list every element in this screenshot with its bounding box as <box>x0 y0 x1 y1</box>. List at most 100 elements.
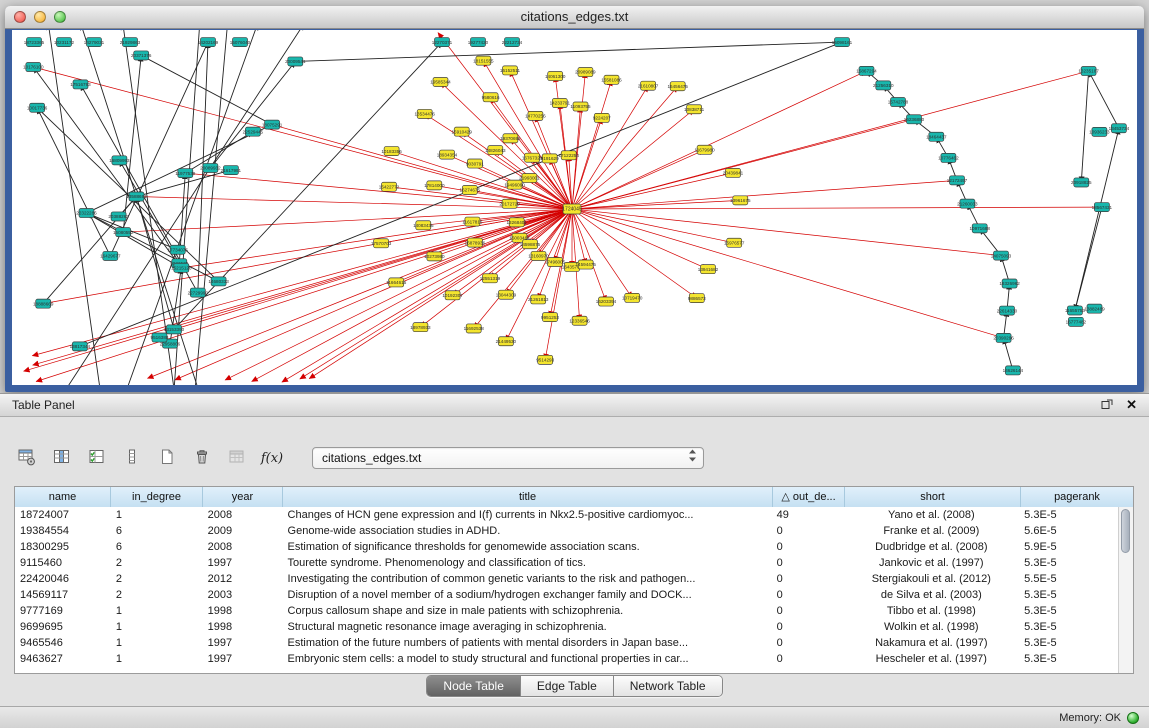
table-row[interactable]: 911546021997Tourette syndrome. Phenomeno… <box>15 555 1119 571</box>
graph-node[interactable]: 18934354 <box>437 150 458 159</box>
graph-node[interactable]: 11093755 <box>570 102 591 111</box>
graph-node[interactable]: 14061300 <box>545 72 566 81</box>
graph-node[interactable]: 13453734 <box>1109 124 1130 133</box>
graph-node[interactable]: 22614330 <box>997 306 1018 315</box>
graph-node[interactable]: 13153390 <box>164 325 185 334</box>
table-row[interactable]: 1938455462009Genome-wide association stu… <box>15 523 1119 539</box>
graph-node[interactable]: 10183356 <box>381 147 402 156</box>
graph-node[interactable]: 12270371 <box>432 38 453 47</box>
graph-node[interactable]: 15581086 <box>601 75 622 84</box>
graph-node[interactable]: 18151555 <box>473 56 494 65</box>
graph-node[interactable]: 9030791 <box>466 159 484 168</box>
graph-node[interactable]: 9951253 <box>541 313 559 322</box>
graph-node[interactable]: 20009541 <box>285 57 306 66</box>
graph-node[interactable]: 9191629 <box>541 154 559 163</box>
graph-node[interactable]: 15910429 <box>451 127 472 136</box>
graph-node[interactable]: 18888669 <box>33 299 54 308</box>
graph-node[interactable]: 18075291 <box>262 120 283 129</box>
graph-node[interactable]: 18464437 <box>926 132 947 141</box>
graph-node[interactable]: 14083436 <box>413 221 434 230</box>
graph-node[interactable]: 21610807 <box>638 81 659 90</box>
graph-node[interactable]: 15080552 <box>113 228 134 237</box>
graph-node[interactable]: 21449530 <box>496 337 517 346</box>
graph-node[interactable]: 14075093 <box>991 251 1012 260</box>
graph-node[interactable]: 12336546 <box>569 316 590 325</box>
graph-node[interactable]: 16777482 <box>1066 317 1087 326</box>
graph-node[interactable]: 22529445 <box>243 127 264 136</box>
graph-node[interactable]: 11692538 <box>464 324 485 333</box>
column-header-name[interactable]: name <box>15 487 111 507</box>
graph-node[interactable]: 17570703 <box>371 239 392 248</box>
graph-node[interactable]: 18723365 <box>24 38 45 47</box>
graph-node[interactable]: 10971688 <box>969 224 990 233</box>
graph-node[interactable]: 12172497 <box>947 176 968 185</box>
graph-node[interactable]: 17814000 <box>424 181 445 190</box>
graph-node[interactable]: 10231172 <box>54 38 75 47</box>
select-columns-button[interactable] <box>49 446 75 470</box>
graph-node[interactable]: 16236880 <box>904 115 925 124</box>
graph-node[interactable]: 11617815 <box>462 217 483 226</box>
table-selector-dropdown[interactable]: citations_edges.txt <box>312 447 704 469</box>
graph-node[interactable]: 9516388 <box>151 333 169 342</box>
table-row[interactable]: 946554611997Estimation of the future num… <box>15 635 1119 651</box>
graph-node[interactable]: 21929863 <box>120 38 141 47</box>
close-window-button[interactable] <box>14 11 26 23</box>
graph-node[interactable]: 13534476 <box>414 109 435 118</box>
graph-node[interactable]: 10776462 <box>938 153 959 162</box>
float-panel-button[interactable] <box>1101 398 1114 413</box>
graph-node[interactable]: 10936233 <box>1089 127 1110 136</box>
column-header-in_degree[interactable]: in_degree <box>111 487 203 507</box>
minimize-window-button[interactable] <box>34 11 46 23</box>
edit-table-button[interactable] <box>84 446 110 470</box>
graph-node[interactable]: 10719470 <box>622 293 643 302</box>
tab-network-table[interactable]: Network Table <box>614 676 722 696</box>
graph-node[interactable]: 21256310 <box>873 81 894 90</box>
graph-node[interactable]: 11664615 <box>386 278 407 287</box>
graph-node[interactable]: 21617991 <box>221 166 242 175</box>
tab-node-table[interactable]: Node Table <box>427 676 521 696</box>
graph-node[interactable]: 14279031 <box>84 38 105 47</box>
graph-node[interactable]: 12551319 <box>480 274 501 283</box>
graph-node[interactable]: 11977539 <box>175 169 196 178</box>
graph-node[interactable]: 22729990 <box>188 288 209 297</box>
new-file-button[interactable] <box>154 446 180 470</box>
graph-node[interactable]: 14598875 <box>520 240 541 249</box>
zoom-window-button[interactable] <box>54 11 66 23</box>
graph-node[interactable]: 22322286 <box>76 209 97 218</box>
graph-node[interactable]: 13941682 <box>698 265 719 274</box>
table-row[interactable]: 1872400712008Changes of HCN gene express… <box>15 507 1119 523</box>
graph-node[interactable]: 17516793 <box>70 80 91 89</box>
table-row[interactable]: 969969511998Structural magnetic resonanc… <box>15 619 1119 635</box>
graph-node[interactable]: 15215126 <box>171 263 192 272</box>
table-row[interactable]: 1830029562008Estimation of significance … <box>15 539 1119 555</box>
graph-node[interactable]: 13235187 <box>1078 67 1099 76</box>
graph-node[interactable]: 15976577 <box>724 238 745 247</box>
table-disabled-button[interactable] <box>224 446 250 470</box>
close-panel-button[interactable]: ✕ <box>1126 399 1137 411</box>
graph-node[interactable]: 22212734 <box>502 38 523 47</box>
column-button[interactable] <box>119 446 145 470</box>
table-row[interactable]: 977716911998Corpus callosum shape and si… <box>15 603 1119 619</box>
graph-node[interactable]: 15742788 <box>888 97 909 106</box>
graph-node[interactable]: 21261813 <box>528 295 549 304</box>
graph-node[interactable]: 18978933 <box>410 323 431 332</box>
graph-node[interactable]: 15422772 <box>379 182 400 191</box>
graph-node[interactable]: 14233791 <box>550 98 571 107</box>
tab-edge-table[interactable]: Edge Table <box>521 676 614 696</box>
graph-node[interactable]: 20439841 <box>723 168 744 177</box>
table-row[interactable]: 2242004622012Investigating the contribut… <box>15 571 1119 587</box>
graph-node[interactable]: 20989089 <box>575 68 596 77</box>
column-header-out_de[interactable]: △ out_de... <box>773 487 845 507</box>
graph-node[interactable]: 16767329 <box>522 153 543 162</box>
graph-node[interactable]: 16809993 <box>109 156 130 165</box>
graph-node[interactable]: 14680333 <box>208 277 229 286</box>
graph-node[interactable]: 9886573 <box>688 294 706 303</box>
graph-node[interactable]: 14626144 <box>1003 366 1024 375</box>
graph-node[interactable]: 16152511 <box>500 66 521 75</box>
graph-node[interactable]: 14202169 <box>198 38 219 47</box>
graph-node[interactable]: 13268401 <box>506 218 527 227</box>
graph-node[interactable]: 10176100 <box>23 62 44 71</box>
graph-node[interactable]: 10192307 <box>442 291 463 300</box>
graph-node[interactable]: 15867294 <box>856 66 877 75</box>
graph-node[interactable]: 16274675 <box>460 185 481 194</box>
